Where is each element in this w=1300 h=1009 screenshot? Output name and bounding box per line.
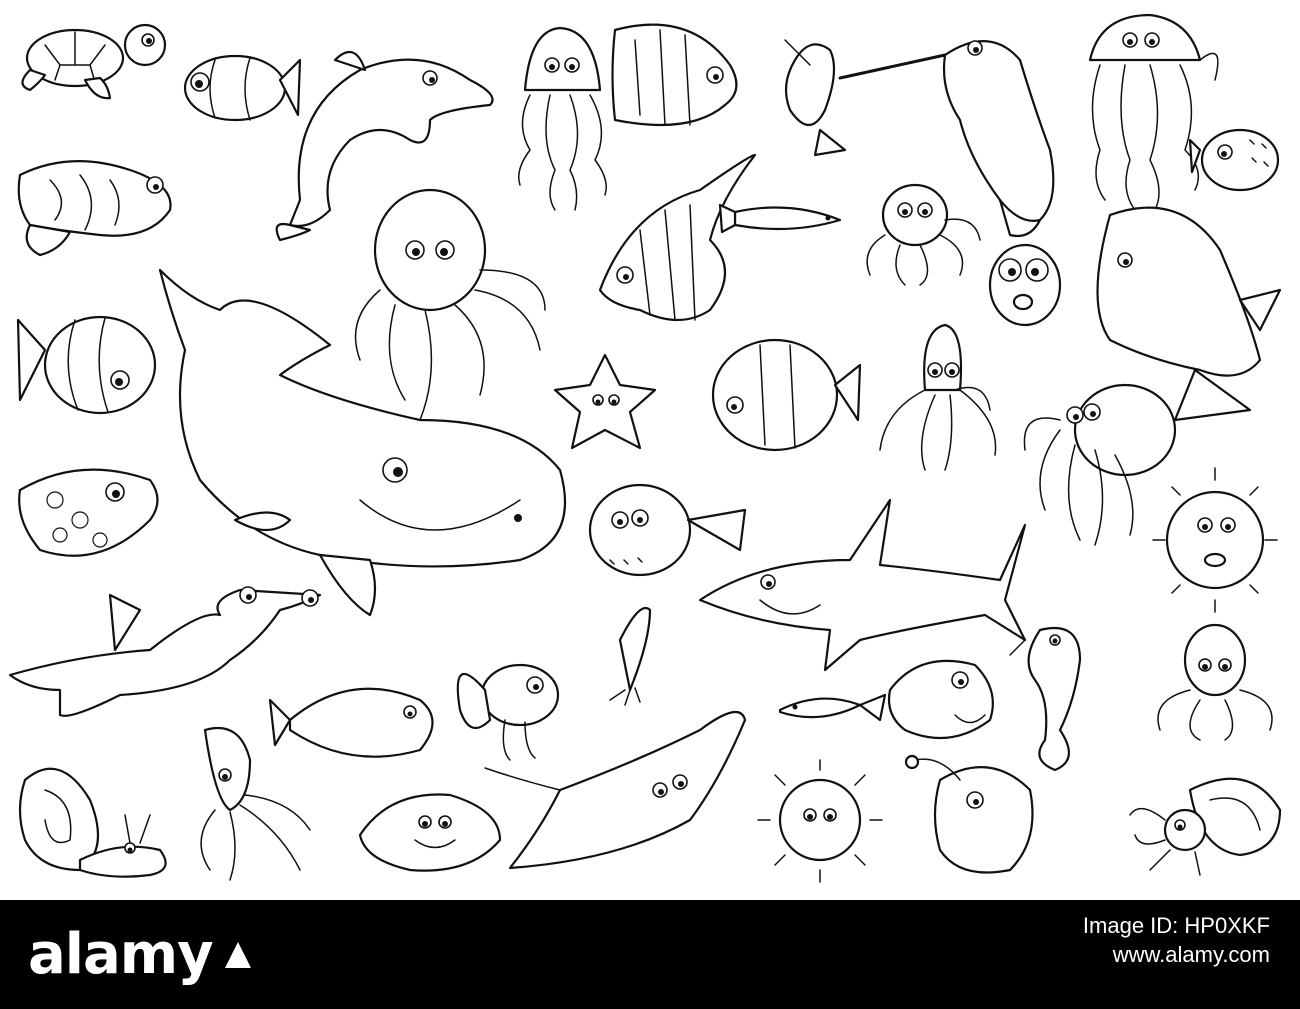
big-eyed-fish (988, 243, 1062, 327)
alamy-logo: alamy (28, 920, 255, 990)
pufferfish (1152, 467, 1278, 613)
shark (698, 498, 1027, 672)
stingray (484, 710, 747, 870)
spotted-fish (18, 468, 159, 557)
small-squid (609, 607, 652, 706)
alamy-mark-icon (224, 942, 251, 968)
mandarin-fish (17, 160, 172, 257)
round-fish (1188, 128, 1280, 192)
angelfish (598, 153, 757, 321)
hammerhead-shark (8, 586, 322, 717)
sea-urchin (757, 759, 883, 883)
flounder (588, 483, 747, 577)
image-id: Image ID: HP0XKF (1082, 913, 1270, 938)
clam (358, 793, 502, 872)
anglerfish (904, 754, 1034, 874)
jellyfish (518, 26, 607, 211)
butterflyfish (611, 23, 738, 127)
image-id-block: Image ID: HP0XKF www.alamy.com (1083, 912, 1270, 970)
watermark-footer: alamy Image ID: HP0XKF www.alamy.com (0, 900, 1300, 1009)
clownfish (16, 315, 157, 415)
piranha (887, 659, 994, 740)
hermit-crab (1129, 777, 1282, 876)
starfish (553, 353, 657, 450)
seahorse (1009, 626, 1082, 772)
squid (879, 323, 997, 471)
clownfish (183, 54, 302, 122)
octopus (866, 183, 981, 286)
site-url: www.alamy.com (1112, 942, 1270, 967)
octopus (1023, 383, 1177, 546)
tang-fish (268, 687, 434, 758)
octopus (1157, 623, 1273, 741)
brand-wordmark: alamy (28, 922, 214, 987)
octopus (354, 188, 546, 421)
small-fish (778, 693, 887, 722)
jellyfish (1088, 13, 1219, 211)
sea-turtle (21, 23, 167, 100)
fancy-fish (456, 663, 560, 761)
butterflyfish (711, 338, 862, 452)
illustration-sea-life-coloring-page (0, 0, 1300, 900)
squid (200, 726, 311, 881)
snail (18, 767, 167, 878)
sardine (718, 203, 842, 234)
swordfish (784, 39, 847, 157)
sperm-whale (158, 268, 567, 617)
